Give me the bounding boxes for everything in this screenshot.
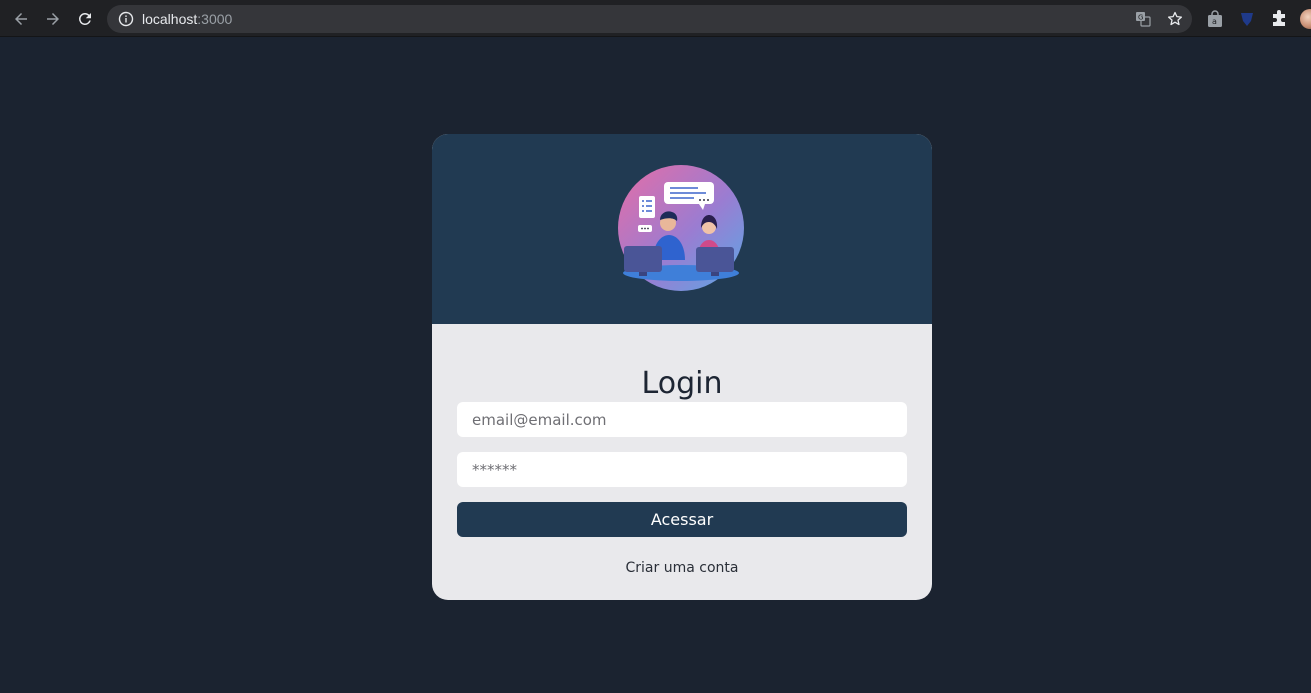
avatar[interactable] <box>1300 9 1311 29</box>
star-icon[interactable] <box>1167 11 1183 27</box>
svg-text:a: a <box>1212 17 1217 26</box>
login-button[interactable]: Acessar <box>457 502 907 537</box>
url-host: localhost <box>142 11 198 27</box>
login-card: Login Acessar Criar uma conta <box>432 134 932 600</box>
page-title: Login <box>641 366 723 402</box>
info-icon[interactable] <box>118 11 134 27</box>
create-account-link[interactable]: Criar uma conta <box>432 560 932 576</box>
reload-icon <box>78 12 91 25</box>
svg-text:G: G <box>1138 14 1143 22</box>
url-port: :3000 <box>197 11 233 27</box>
password-field[interactable] <box>457 452 907 487</box>
browser-toolbar: localhost:3000 G a <box>0 0 1311 37</box>
address-url: localhost:3000 <box>142 11 232 27</box>
shield-icon[interactable] <box>1238 10 1256 28</box>
card-header <box>432 134 932 324</box>
translate-icon[interactable]: G <box>1135 11 1151 27</box>
login-form: Login Acessar Criar uma conta <box>432 324 932 600</box>
arrow-right-icon <box>47 13 59 25</box>
address-bar[interactable]: localhost:3000 G <box>107 5 1192 33</box>
shopping-bag-icon[interactable]: a <box>1206 10 1224 28</box>
puzzle-icon[interactable] <box>1270 10 1288 28</box>
customer-support-illustration <box>618 165 744 291</box>
forward-button[interactable] <box>40 6 66 32</box>
back-button[interactable] <box>8 6 34 32</box>
reload-button[interactable] <box>72 6 98 32</box>
email-field[interactable] <box>457 402 907 437</box>
arrow-left-icon <box>15 13 27 25</box>
